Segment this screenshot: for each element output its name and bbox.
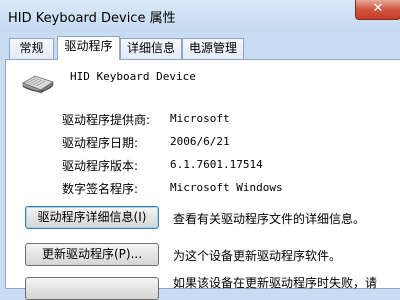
tab-driver[interactable]: 驱动程序 [57, 36, 120, 60]
driver-details-description: 查看有关驱动程序文件的详细信息。 [173, 212, 366, 226]
roll-back-driver-button[interactable] [25, 277, 159, 300]
tab-label: 驱动程序 [64, 39, 113, 53]
tab-details[interactable]: 详细信息 [120, 38, 182, 59]
digital-signer-value: Microsoft Windows [170, 181, 283, 194]
driver-version-label: 驱动程序版本: [62, 159, 139, 173]
title-bar[interactable]: HID Keyboard Device 属性 ✕ [0, 0, 400, 32]
tab-label: 详细信息 [126, 41, 175, 55]
update-driver-button[interactable]: 更新驱动程序(P)... [25, 243, 159, 266]
digital-signer-label: 数字签名程序: [62, 182, 139, 196]
keyboard-icon [21, 74, 55, 99]
close-button[interactable]: ✕ [355, 0, 400, 20]
tab-label: 常规 [19, 41, 44, 55]
roll-back-driver-description: 如果该设备在更新驱动程序时失败，请 [173, 276, 378, 290]
window-title: HID Keyboard Device 属性 [8, 11, 176, 26]
driver-version-value: 6.1.7601.17514 [170, 158, 263, 171]
update-driver-description: 为这个设备更新驱动程序软件。 [173, 249, 342, 263]
close-icon: ✕ [372, 1, 384, 16]
tab-general[interactable]: 常规 [9, 38, 54, 59]
device-name: HID Keyboard Device [70, 70, 196, 83]
driver-provider-value: Microsoft [170, 112, 230, 125]
driver-provider-label: 驱动程序提供商: [62, 113, 151, 127]
tab-label: 电源管理 [188, 41, 237, 55]
driver-date-label: 驱动程序日期: [62, 136, 139, 150]
driver-date-value: 2006/6/21 [170, 135, 230, 148]
tab-power-management[interactable]: 电源管理 [182, 38, 244, 59]
driver-details-button[interactable]: 驱动程序详细信息(I) [25, 206, 159, 229]
